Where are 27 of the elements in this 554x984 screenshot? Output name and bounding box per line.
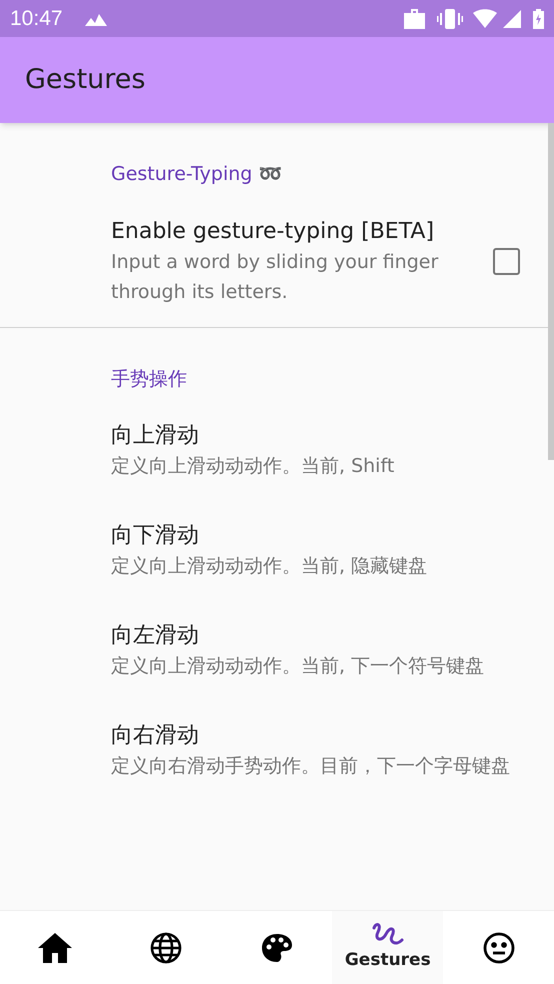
item-title: 向右滑动 — [111, 722, 200, 750]
item-title: 向左滑动 — [111, 622, 200, 650]
mountain-icon — [84, 12, 107, 26]
item-summary: 定义向上滑动动动作。当前, 下一个符号键盘 — [111, 654, 486, 679]
app-title: Gestures — [25, 62, 146, 97]
nav-tab[interactable]: Gestures — [332, 911, 444, 984]
item-summary: 定义向上滑动动动作。当前, Shift — [111, 454, 396, 479]
item-summary: 定义向右滑动手势动作。目前，下一个字母键盘 — [111, 754, 511, 779]
section-header: 手势操作 — [111, 368, 187, 390]
globe-icon — [150, 932, 182, 964]
item-title: 向下滑动 — [111, 522, 200, 550]
face-icon — [482, 932, 515, 964]
item-summary: 定义向上滑动动动作。当前, 隐藏键盘 — [111, 554, 428, 579]
signal-icon — [503, 10, 521, 28]
item-summary: Input a word by sliding your finger through its letters. — [111, 250, 440, 304]
battery-icon — [533, 8, 544, 28]
nav-label: Gestures — [344, 948, 431, 972]
vibrate-icon — [437, 8, 463, 28]
wifi-icon — [473, 9, 497, 28]
briefcase-icon — [404, 8, 425, 28]
item-title: 向上滑动 — [111, 422, 200, 450]
checkbox[interactable] — [493, 248, 520, 275]
item-title: Enable gesture-typing [BETA] — [111, 218, 436, 246]
palette-icon — [262, 934, 292, 962]
section-header: Gesture-Typing ➿ — [111, 163, 282, 185]
status-time: 10:47 — [10, 6, 63, 32]
home-icon — [38, 932, 72, 962]
